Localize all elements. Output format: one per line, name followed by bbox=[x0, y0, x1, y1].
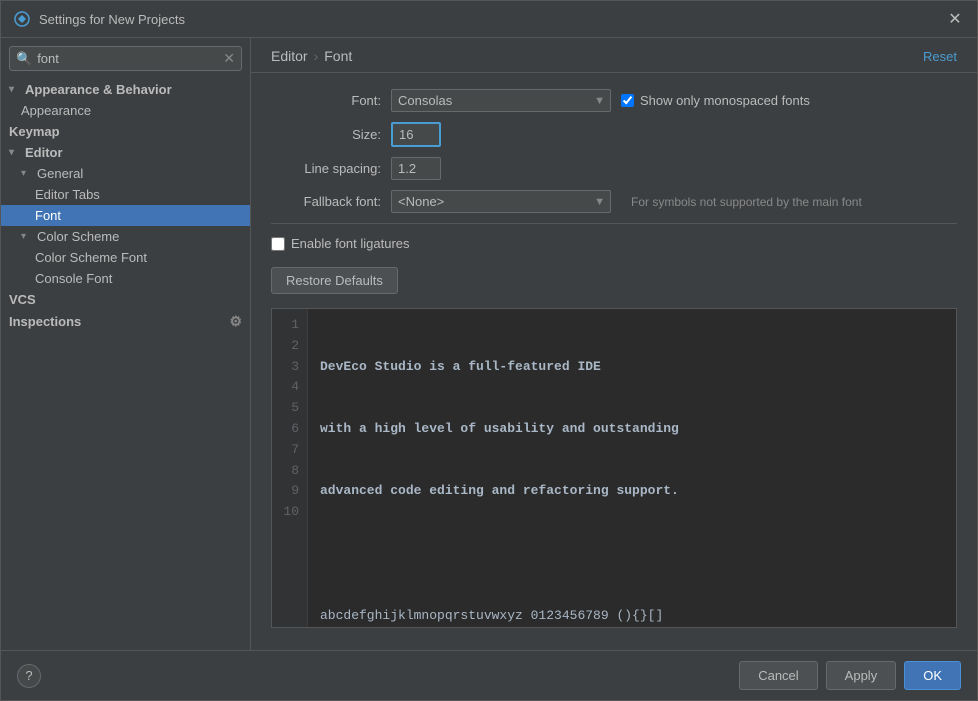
code-line-2: with a high level of usability and outst… bbox=[320, 419, 944, 440]
sidebar-item-editor[interactable]: ▾ Editor bbox=[1, 142, 250, 163]
fallback-select[interactable]: <None> bbox=[391, 190, 611, 213]
code-line-1: DevEco Studio is a full-featured IDE bbox=[320, 357, 944, 378]
sidebar-label: Keymap bbox=[9, 124, 60, 139]
sidebar-item-font[interactable]: Font bbox=[1, 205, 250, 226]
fallback-label: Fallback font: bbox=[271, 194, 381, 209]
breadcrumb: Editor › Font bbox=[271, 48, 352, 64]
font-select[interactable]: Consolas bbox=[391, 89, 611, 112]
code-line-4 bbox=[320, 544, 944, 565]
footer-right: Cancel Apply OK bbox=[739, 661, 961, 690]
font-row: Font: Consolas ▼ Show only monospaced fo… bbox=[271, 89, 957, 112]
size-row: Size: bbox=[271, 122, 957, 147]
ligatures-label: Enable font ligatures bbox=[291, 236, 410, 251]
app-logo bbox=[13, 10, 31, 28]
reset-link[interactable]: Reset bbox=[923, 49, 957, 64]
line-number: 10 bbox=[280, 502, 299, 523]
monospaced-checkbox-row: Show only monospaced fonts bbox=[621, 93, 810, 108]
clear-search-button[interactable]: ✕ bbox=[223, 50, 235, 67]
title-bar: Settings for New Projects ✕ bbox=[1, 1, 977, 38]
sidebar-item-editor-tabs[interactable]: Editor Tabs bbox=[1, 184, 250, 205]
size-input[interactable] bbox=[391, 122, 441, 147]
line-spacing-input[interactable] bbox=[391, 157, 441, 180]
code-lines: 1 2 3 4 5 6 7 8 9 10 DevEco Studio bbox=[272, 309, 956, 627]
line-spacing-label: Line spacing: bbox=[271, 161, 381, 176]
font-select-wrapper: Consolas ▼ bbox=[391, 89, 611, 112]
sidebar-label: Inspections bbox=[9, 314, 81, 329]
dialog-footer: ? Cancel Apply OK bbox=[1, 650, 977, 700]
ligatures-checkbox[interactable] bbox=[271, 237, 285, 251]
dialog-title: Settings for New Projects bbox=[39, 12, 185, 27]
sidebar-item-appearance[interactable]: Appearance bbox=[1, 100, 250, 121]
line-spacing-row: Line spacing: bbox=[271, 157, 957, 180]
line-numbers: 1 2 3 4 5 6 7 8 9 10 bbox=[272, 309, 308, 627]
sidebar: 🔍 ✕ ▾ Appearance & Behavior Appearance K… bbox=[1, 38, 251, 650]
line-number: 7 bbox=[280, 440, 299, 461]
help-button[interactable]: ? bbox=[17, 664, 41, 688]
code-line-5: abcdefghijklmnopqrstuvwxyz 0123456789 ()… bbox=[320, 606, 944, 627]
footer-left: ? bbox=[17, 664, 41, 688]
title-bar-left: Settings for New Projects bbox=[13, 10, 185, 28]
sidebar-label: VCS bbox=[9, 292, 36, 307]
settings-icon: ⚙ bbox=[229, 313, 242, 330]
sidebar-item-vcs[interactable]: VCS bbox=[1, 289, 250, 310]
breadcrumb-current: Font bbox=[324, 48, 352, 64]
code-line-3: advanced code editing and refactoring su… bbox=[320, 481, 944, 502]
fallback-font-row: Fallback font: <None> ▼ For symbols not … bbox=[271, 190, 957, 213]
line-number: 4 bbox=[280, 377, 299, 398]
monospaced-checkbox[interactable] bbox=[621, 94, 634, 107]
search-box: 🔍 ✕ bbox=[9, 46, 242, 71]
sidebar-item-color-scheme[interactable]: ▾ Color Scheme bbox=[1, 226, 250, 247]
fallback-select-wrapper: <None> ▼ bbox=[391, 190, 611, 213]
code-preview: 1 2 3 4 5 6 7 8 9 10 DevEco Studio bbox=[271, 308, 957, 628]
sidebar-item-appearance-behavior[interactable]: ▾ Appearance & Behavior bbox=[1, 79, 250, 100]
line-number: 2 bbox=[280, 336, 299, 357]
sidebar-label: Appearance bbox=[21, 103, 91, 118]
sidebar-label: Font bbox=[35, 208, 61, 223]
search-input[interactable] bbox=[37, 51, 218, 66]
sidebar-label: Color Scheme bbox=[37, 229, 119, 244]
sidebar-label: Editor bbox=[25, 145, 63, 160]
sidebar-label: Editor Tabs bbox=[35, 187, 100, 202]
close-button[interactable]: ✕ bbox=[945, 9, 965, 29]
size-label: Size: bbox=[271, 127, 381, 142]
ok-button[interactable]: OK bbox=[904, 661, 961, 690]
sidebar-label: Console Font bbox=[35, 271, 112, 286]
sidebar-label: Appearance & Behavior bbox=[25, 82, 172, 97]
sidebar-label: General bbox=[37, 166, 83, 181]
fallback-hint: For symbols not supported by the main fo… bbox=[631, 195, 862, 209]
line-number: 6 bbox=[280, 419, 299, 440]
content-header: Editor › Font Reset bbox=[251, 38, 977, 73]
code-text-area: DevEco Studio is a full-featured IDE wit… bbox=[308, 309, 956, 627]
line-number: 9 bbox=[280, 481, 299, 502]
expand-icon: ▾ bbox=[21, 168, 33, 179]
restore-defaults-button[interactable]: Restore Defaults bbox=[271, 267, 398, 294]
breadcrumb-parent: Editor bbox=[271, 48, 308, 64]
sidebar-item-inspections[interactable]: Inspections ⚙ bbox=[1, 310, 250, 333]
sidebar-item-keymap[interactable]: Keymap bbox=[1, 121, 250, 142]
sidebar-item-console-font[interactable]: Console Font bbox=[1, 268, 250, 289]
expand-icon: ▾ bbox=[9, 84, 21, 95]
expand-icon: ▾ bbox=[9, 147, 21, 158]
sidebar-label: Color Scheme Font bbox=[35, 250, 147, 265]
apply-button[interactable]: Apply bbox=[826, 661, 897, 690]
main-content: Editor › Font Reset Font: Consolas ▼ bbox=[251, 38, 977, 650]
search-icon: 🔍 bbox=[16, 51, 32, 67]
line-number: 5 bbox=[280, 398, 299, 419]
dialog-body: 🔍 ✕ ▾ Appearance & Behavior Appearance K… bbox=[1, 38, 977, 650]
ligatures-row: Enable font ligatures bbox=[271, 236, 957, 251]
separator bbox=[271, 223, 957, 224]
cancel-button[interactable]: Cancel bbox=[739, 661, 817, 690]
font-label: Font: bbox=[271, 93, 381, 108]
expand-icon: ▾ bbox=[21, 231, 33, 242]
line-number: 3 bbox=[280, 357, 299, 378]
breadcrumb-separator: › bbox=[314, 48, 319, 64]
content-area: Font: Consolas ▼ Show only monospaced fo… bbox=[251, 73, 977, 650]
line-number: 1 bbox=[280, 315, 299, 336]
settings-dialog: Settings for New Projects ✕ 🔍 ✕ ▾ Appear… bbox=[0, 0, 978, 701]
line-number: 8 bbox=[280, 461, 299, 482]
sidebar-item-color-scheme-font[interactable]: Color Scheme Font bbox=[1, 247, 250, 268]
monospaced-label: Show only monospaced fonts bbox=[640, 93, 810, 108]
sidebar-item-general[interactable]: ▾ General bbox=[1, 163, 250, 184]
